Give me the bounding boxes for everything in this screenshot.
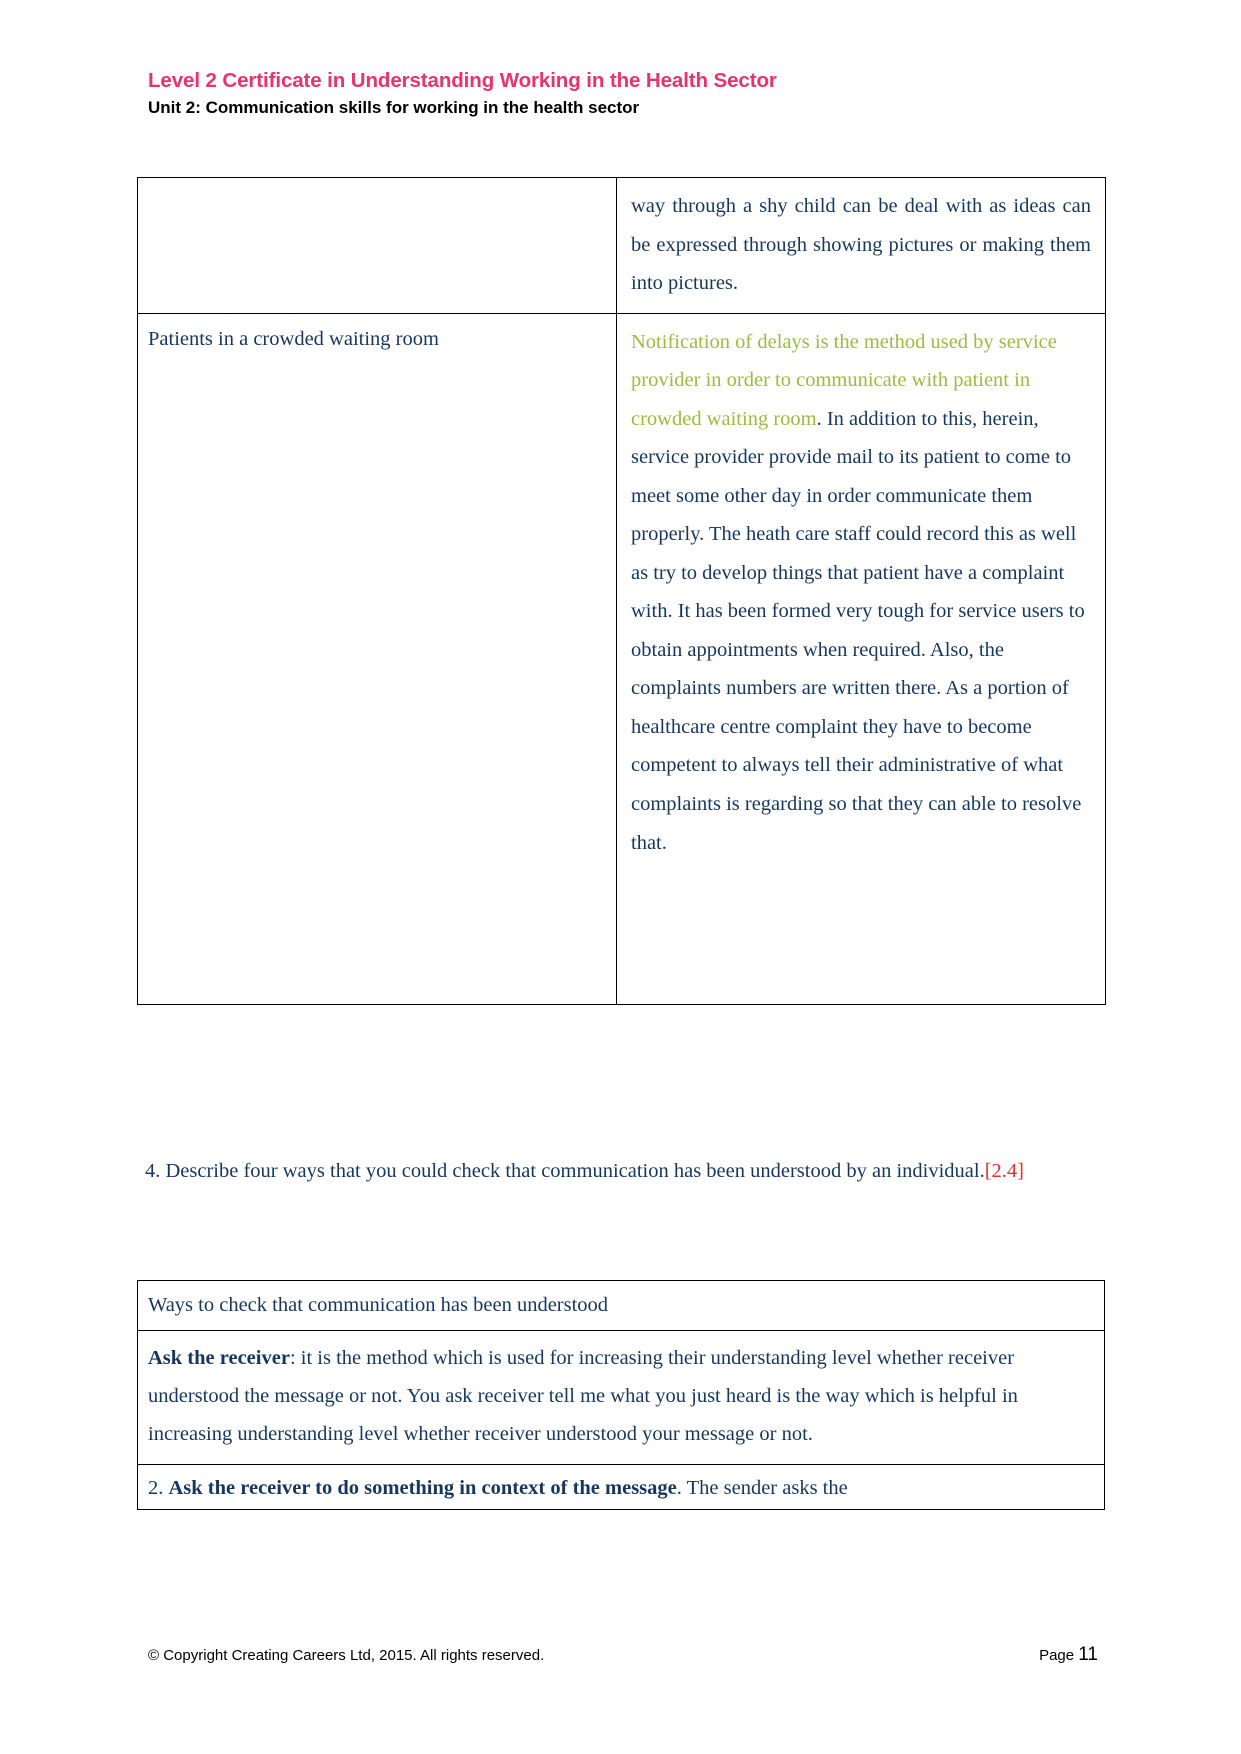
- copyright-notice: © Copyright Creating Careers Ltd, 2015. …: [148, 1647, 545, 1664]
- answer-two-body: . The sender asks the: [676, 1476, 848, 1499]
- course-title: Level 2 Certificate in Understanding Wor…: [148, 69, 777, 92]
- question-four-block: 4. Describe four ways that you could che…: [145, 1152, 1075, 1191]
- answer-two-bold-lead: Ask the receiver to do something in cont…: [168, 1476, 677, 1499]
- magenta-continuation-text: way through a shy child can be deal with…: [631, 195, 1091, 295]
- scenario-cell-empty: [137, 177, 617, 314]
- method-cell-waiting-room: Notification of delays is the method use…: [616, 312, 1106, 1005]
- document-footer: © Copyright Creating Careers Ltd, 2015. …: [148, 1644, 1098, 1666]
- assessment-criteria-ref: [2.4]: [984, 1160, 1024, 1182]
- table-row: way through a shy child can be deal with…: [137, 177, 1106, 314]
- table-row: Ways to check that communication has bee…: [137, 1280, 1105, 1331]
- scenario-label: Patients in a crowded waiting room: [148, 327, 439, 350]
- table-row: 2. Ask the receiver to do something in c…: [137, 1463, 1105, 1510]
- answer-two-number: 2.: [148, 1476, 169, 1499]
- answer-cell-two: 2. Ask the receiver to do something in c…: [137, 1463, 1105, 1510]
- document-header: Level 2 Certificate in Understanding Wor…: [148, 68, 1098, 119]
- question-text: 4. Describe four ways that you could che…: [145, 1160, 985, 1182]
- answer-cell-one: Ask the receiver: it is the method which…: [137, 1329, 1105, 1465]
- document-page: Level 2 Certificate in Understanding Wor…: [0, 0, 1241, 1754]
- scenario-cell-waiting-room: Patients in a crowded waiting room: [137, 312, 617, 1005]
- unit-subtitle: Unit 2: Communication skills for working…: [148, 97, 640, 117]
- scenarios-table: way through a shy child can be deal with…: [137, 177, 1106, 1005]
- navy-answer-text: . In addition to this, herein, service p…: [631, 407, 1085, 854]
- answer-one-paragraph: Ask the receiver: it is the method which…: [148, 1339, 1092, 1454]
- method-cell-continued: way through a shy child can be deal with…: [616, 177, 1106, 314]
- table-row: Patients in a crowded waiting room Notif…: [137, 312, 1106, 1005]
- table-row: Ask the receiver: it is the method which…: [137, 1329, 1105, 1465]
- page-indicator: Page 11: [1039, 1644, 1098, 1666]
- answer-one-bold-lead: Ask the receiver: [148, 1346, 290, 1369]
- answer-two-paragraph: 2. Ask the receiver to do something in c…: [148, 1473, 1092, 1504]
- answers-table-header-cell: Ways to check that communication has bee…: [137, 1280, 1105, 1331]
- page-label: Page: [1039, 1647, 1079, 1664]
- answers-table: Ways to check that communication has bee…: [137, 1280, 1105, 1510]
- question-paragraph: 4. Describe four ways that you could che…: [145, 1152, 1075, 1191]
- method-answer-paragraph: Notification of delays is the method use…: [631, 323, 1091, 862]
- answers-table-header-text: Ways to check that communication has bee…: [148, 1294, 609, 1316]
- page-number: 11: [1078, 1644, 1098, 1665]
